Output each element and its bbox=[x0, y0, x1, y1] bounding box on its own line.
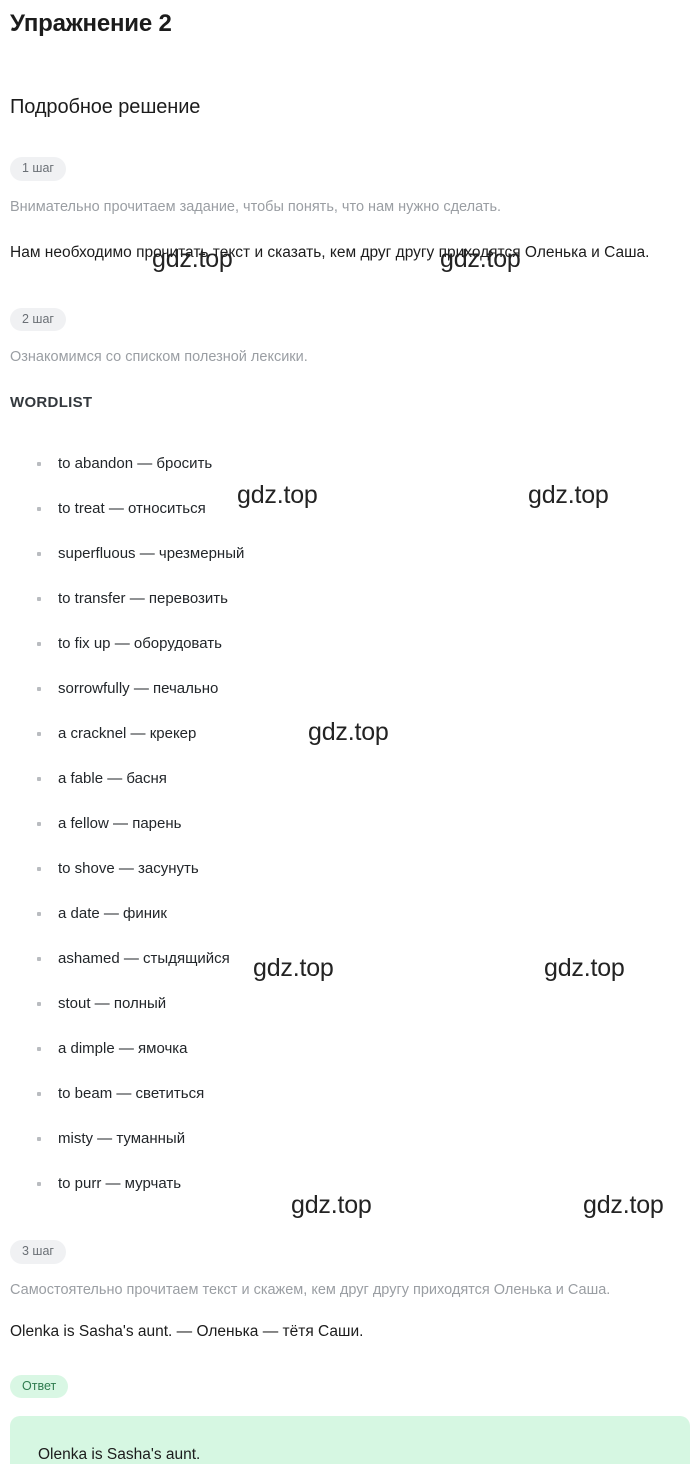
bullet-icon bbox=[37, 911, 41, 916]
list-item: sorrowfully — печально bbox=[10, 666, 690, 711]
solution-page: Упражнение 2 Подробное решение 1 шаг Вни… bbox=[0, 0, 700, 1464]
status-badge-answer: Ответ bbox=[10, 1374, 69, 1399]
step-1-body: Нам необходимо прочитать текст и сказать… bbox=[10, 243, 650, 261]
list-item: misty — туманный bbox=[10, 1116, 690, 1161]
page-title: Упражнение 2 bbox=[10, 10, 172, 37]
wordlist-text: to purr — мурчать bbox=[58, 1175, 182, 1193]
bullet-icon bbox=[37, 641, 41, 646]
bullet-icon bbox=[37, 731, 41, 736]
bullet-icon bbox=[37, 551, 41, 556]
list-item: to fix up — оборудовать bbox=[10, 621, 690, 666]
bullet-icon bbox=[37, 461, 41, 466]
step-badge-3: 3 шаг bbox=[10, 1240, 66, 1264]
wordlist-text: to fix up — оборудовать bbox=[58, 635, 222, 653]
list-item: to purr — мурчать bbox=[10, 1161, 690, 1206]
step-badge-1: 1 шаг bbox=[10, 157, 66, 181]
wordlist-text: a cracknel — крекер bbox=[58, 725, 197, 743]
list-item: a fable — басня bbox=[10, 756, 690, 801]
wordlist-text: to beam — светиться bbox=[58, 1085, 205, 1103]
list-item: to abandon — бросить bbox=[10, 441, 690, 486]
wordlist-text: misty — туманный bbox=[58, 1130, 186, 1148]
wordlist-text: stout — полный bbox=[58, 995, 167, 1013]
wordlist-text: sorrowfully — печально bbox=[58, 680, 219, 698]
section-title: Подробное решение bbox=[10, 96, 201, 118]
list-item: a dimple — ямочка bbox=[10, 1026, 690, 1071]
list-item: a cracknel — крекер bbox=[10, 711, 690, 756]
wordlist-text: to shove — засунуть bbox=[58, 860, 199, 878]
wordlist-text: to abandon — бросить bbox=[58, 455, 213, 473]
bullet-icon bbox=[37, 506, 41, 511]
list-item: to treat — относиться bbox=[10, 486, 690, 531]
answer-box: Olenka is Sasha's aunt. bbox=[10, 1416, 690, 1464]
answer-text: Olenka is Sasha's aunt. bbox=[38, 1446, 201, 1464]
step-1-badge-row: 1 шаг bbox=[10, 157, 690, 181]
bullet-icon bbox=[37, 1181, 41, 1186]
bullet-icon bbox=[37, 821, 41, 826]
list-item: superfluous — чрезмерный bbox=[10, 531, 690, 576]
bullet-icon bbox=[37, 686, 41, 691]
wordlist-text: to treat — относиться bbox=[58, 500, 206, 518]
wordlist-text: a dimple — ямочка bbox=[58, 1040, 188, 1058]
wordlist-title: WORDLIST bbox=[10, 394, 93, 412]
wordlist-text: a fellow — парень bbox=[58, 815, 182, 833]
bullet-icon bbox=[37, 956, 41, 961]
bullet-icon bbox=[37, 776, 41, 781]
bullet-icon bbox=[37, 1136, 41, 1141]
wordlist-text: a fable — басня bbox=[58, 770, 167, 788]
bullet-icon bbox=[37, 1001, 41, 1006]
list-item: to transfer — перевозить bbox=[10, 576, 690, 621]
bullet-icon bbox=[37, 866, 41, 871]
step-3-badge-row: 3 шаг bbox=[10, 1240, 690, 1264]
list-item: to beam — светиться bbox=[10, 1071, 690, 1116]
step-3-solution: Olenka is Sasha's aunt. — Оленька — тётя… bbox=[10, 1322, 364, 1340]
step-badge-2: 2 шаг bbox=[10, 307, 66, 332]
list-item: a date — финик bbox=[10, 891, 690, 936]
wordlist-text: superfluous — чрезмерный bbox=[58, 545, 245, 563]
wordlist: to abandon — бросить to treat — относить… bbox=[10, 441, 690, 1206]
step-2-hint: Ознакомимся со списком полезной лексики. bbox=[10, 349, 308, 366]
wordlist-text: ashamed — стыдящийся bbox=[58, 950, 230, 968]
wordlist-text: to transfer — перевозить bbox=[58, 590, 228, 608]
list-item: ashamed — стыдящийся bbox=[10, 936, 690, 981]
bullet-icon bbox=[37, 1091, 41, 1096]
list-item: stout — полный bbox=[10, 981, 690, 1026]
bullet-icon bbox=[37, 596, 41, 601]
list-item: a fellow — парень bbox=[10, 801, 690, 846]
list-item: to shove — засунуть bbox=[10, 846, 690, 891]
step-3-hint: Самостоятельно прочитаем текст и скажем,… bbox=[10, 1281, 611, 1298]
answer-badge-row: Ответ bbox=[10, 1374, 690, 1399]
wordlist-text: a date — финик bbox=[58, 905, 167, 923]
step-2-badge-row: 2 шаг bbox=[10, 307, 690, 332]
step-1-hint: Внимательно прочитаем задание, чтобы пон… bbox=[10, 198, 502, 215]
bullet-icon bbox=[37, 1046, 41, 1051]
